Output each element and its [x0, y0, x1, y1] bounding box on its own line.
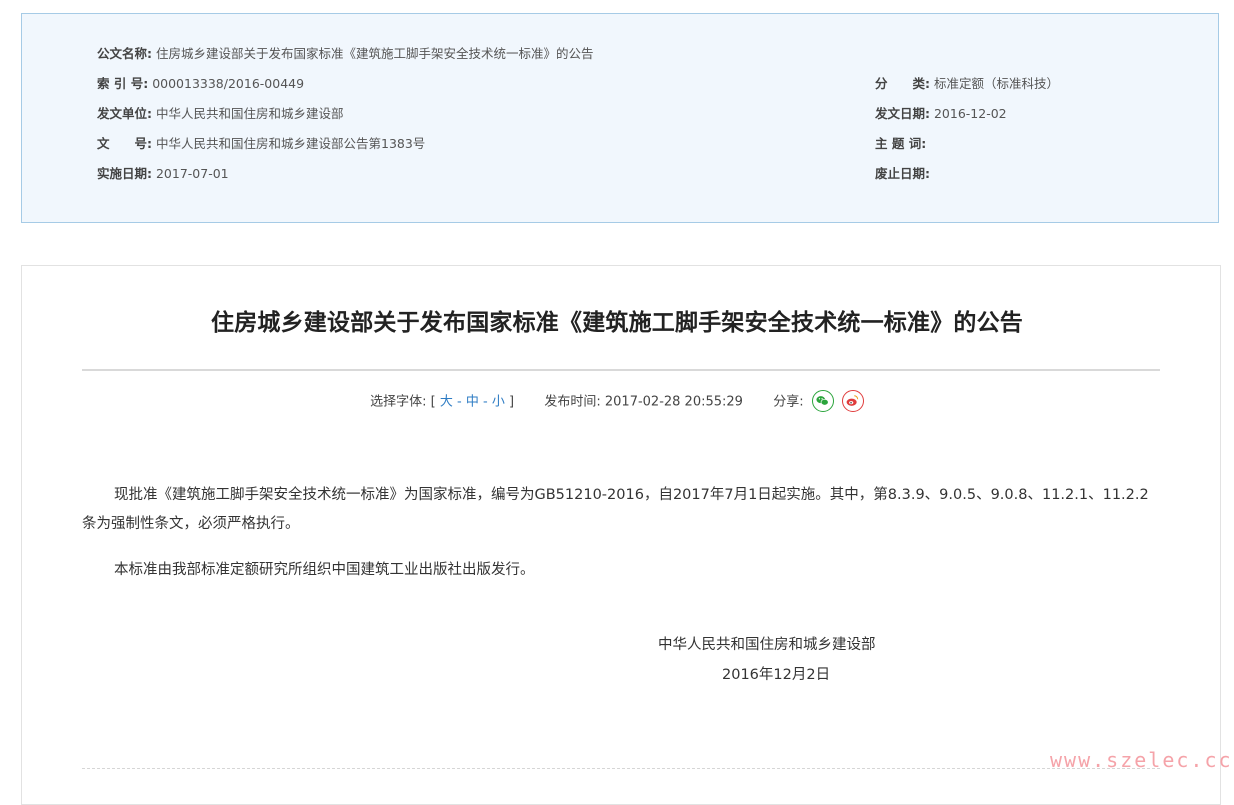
info-doc-no: 文 号: 中华人民共和国住房和城乡建设部公告第1383号 [97, 136, 425, 152]
info-value: 000013338/2016-00449 [152, 76, 305, 91]
info-value: 标准定额（标准科技） [933, 76, 1059, 91]
signature-date: 2016年12月2日 [722, 667, 831, 683]
separator: - [482, 394, 488, 410]
info-label: 主 题 词: [875, 136, 927, 151]
info-keywords: 主 题 词: [875, 136, 926, 152]
info-category: 分 类: 标准定额（标准科技） [875, 76, 1059, 92]
info-impl-date: 实施日期: 2017-07-01 [97, 166, 229, 182]
article-meta-bar: 选择字体: [ 大 - 中 - 小 ] 发布时间: 2017-02-28 20:… [0, 390, 1234, 413]
info-label: 分 类: [875, 76, 930, 91]
article-paragraph: 本标准由我部标准定额研究所组织中国建筑工业出版社出版发行。 [114, 562, 535, 578]
font-size-small-link[interactable]: 小 [492, 395, 505, 410]
info-label: 公文名称: [97, 46, 152, 61]
info-value: 中华人民共和国住房和城乡建设部 [155, 106, 344, 121]
footer-divider [82, 768, 1160, 769]
bracket-close: ] [508, 394, 515, 410]
weibo-icon[interactable] [841, 390, 864, 412]
wechat-icon[interactable] [811, 390, 834, 412]
info-index-no: 索 引 号: 000013338/2016-00449 [97, 76, 304, 92]
font-size-large-link[interactable]: 大 [440, 395, 453, 410]
font-size-label: 选择字体: [370, 394, 427, 410]
share-label: 分享: [773, 394, 804, 410]
publish-time-label: 发布时间: [544, 394, 601, 410]
watermark: www.szelec.cc [1050, 748, 1233, 772]
info-label: 索 引 号: [97, 76, 149, 91]
info-label: 发文单位: [97, 106, 152, 121]
info-value: 2016-12-02 [933, 106, 1007, 121]
article-paragraph: 现批准《建筑施工脚手架安全技术统一标准》为国家标准，编号为GB51210-201… [82, 487, 1149, 532]
font-size-medium-link[interactable]: 中 [466, 395, 479, 410]
bracket-open: [ [430, 394, 436, 410]
info-value: 中华人民共和国住房和城乡建设部公告第1383号 [155, 136, 426, 151]
info-label: 文 号: [97, 136, 152, 151]
info-issue-date: 发文日期: 2016-12-02 [875, 106, 1007, 122]
title-divider [82, 369, 1160, 371]
signature-organization: 中华人民共和国住房和城乡建设部 [658, 637, 876, 653]
info-issuer: 发文单位: 中华人民共和国住房和城乡建设部 [97, 106, 344, 122]
info-value: 2017-07-01 [155, 166, 229, 181]
info-label: 实施日期: [97, 166, 152, 181]
info-value: 住房城乡建设部关于发布国家标准《建筑施工脚手架安全技术统一标准》的公告 [155, 46, 594, 61]
info-doc-name: 公文名称: 住房城乡建设部关于发布国家标准《建筑施工脚手架安全技术统一标准》的公… [97, 46, 594, 62]
info-label: 废止日期: [875, 166, 930, 181]
article-title: 住房城乡建设部关于发布国家标准《建筑施工脚手架安全技术统一标准》的公告 [211, 310, 1023, 336]
info-label: 发文日期: [875, 106, 930, 121]
publish-time: 2017-02-28 20:55:29 [604, 394, 743, 410]
separator: - [456, 394, 462, 410]
info-abolish-date: 废止日期: [875, 166, 930, 182]
